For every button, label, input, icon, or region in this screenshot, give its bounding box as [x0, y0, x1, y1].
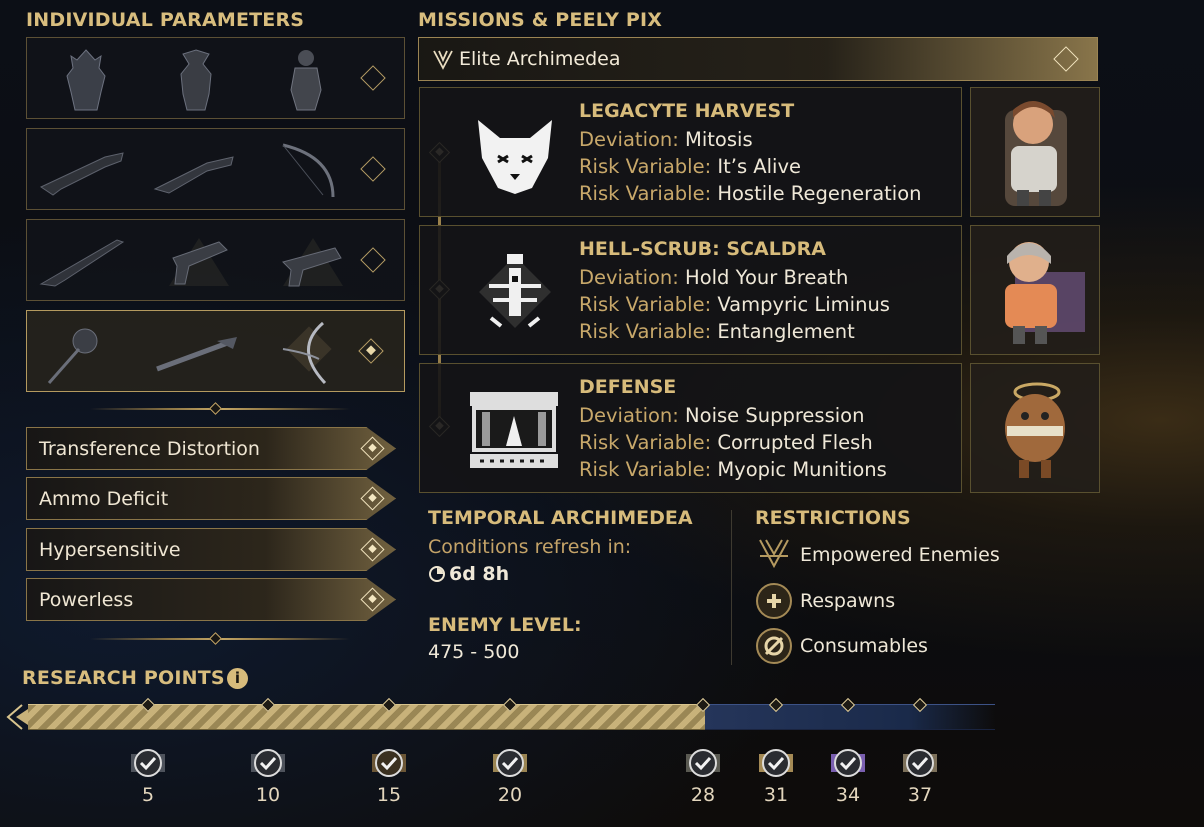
elite-archimedea-header[interactable]: Elite Archimedea: [418, 37, 1098, 81]
milestone-value: 5: [141, 784, 155, 806]
warframe-select-diamond[interactable]: [360, 65, 386, 91]
modifier-powerless[interactable]: Powerless: [26, 578, 396, 621]
modifier-transference-distortion[interactable]: Transference Distortion: [26, 427, 396, 470]
melee-weapon-row[interactable]: [26, 310, 405, 392]
restriction-consumables: Consumables: [800, 635, 928, 657]
restriction-respawns: Respawns: [800, 590, 896, 612]
enemy-level-title: ENEMY LEVEL:: [428, 614, 582, 636]
warframe-silhouette-3: [290, 50, 322, 111]
info-icon[interactable]: i: [227, 668, 248, 689]
mission-title: LEGACYTE HARVEST: [579, 100, 795, 122]
peely-pix-portrait-1[interactable]: [970, 87, 1100, 217]
refresh-label: Conditions refresh in:: [428, 536, 632, 558]
risk-variable-line: Risk Variable: Corrupted Flesh: [579, 431, 873, 454]
empowered-enemies-icon: [759, 539, 789, 569]
risk-variable-line: Risk Variable: Hostile Regeneration: [579, 182, 922, 205]
modifier-label: Hypersensitive: [39, 539, 181, 561]
hammer-icon: [47, 328, 98, 384]
risk-variable-line: Risk Variable: Vampyric Liminus: [579, 293, 890, 316]
missions-title: MISSIONS & PEELY PIX: [418, 9, 663, 31]
primary-weapon-row[interactable]: [26, 128, 405, 210]
temporal-archimedea-title: TEMPORAL ARCHIMEDEA: [428, 507, 693, 529]
divider-diamond-2: [209, 632, 222, 645]
milestone-value: 10: [255, 784, 281, 806]
reward-claimed-check-icon[interactable]: [757, 746, 795, 780]
deviation-line: Deviation: Mitosis: [579, 128, 753, 151]
reward-claimed-check-icon[interactable]: [491, 746, 529, 780]
scythe-icon: [282, 321, 332, 385]
modifier-label: Powerless: [39, 589, 134, 611]
deviation-line: Deviation: Noise Suppression: [579, 404, 865, 427]
mission-card-defense[interactable]: DEFENSE Deviation: Noise Suppression Ris…: [419, 363, 962, 493]
clock-icon: [429, 566, 445, 582]
pistol-icon: [169, 238, 229, 286]
mission-card-legacyte-harvest[interactable]: LEGACYTE HARVEST Deviation: Mitosis Risk…: [419, 87, 962, 217]
modifier-hypersensitive[interactable]: Hypersensitive: [26, 528, 396, 571]
milestone-value: 20: [497, 784, 523, 806]
bow-icon: [282, 143, 335, 198]
legacyte-fox-icon: [478, 120, 552, 194]
sniper-rifle-icon: [39, 239, 125, 287]
restrictions-title: RESTRICTIONS: [755, 507, 911, 529]
refresh-timer: 6d 8h: [449, 563, 510, 585]
enemy-level-value: 475 - 500: [428, 641, 520, 663]
modifier-label: Ammo Deficit: [39, 488, 169, 510]
restriction-empowered-enemies: Empowered Enemies: [800, 544, 1000, 566]
reward-claimed-check-icon[interactable]: [901, 746, 939, 780]
risk-variable-line: Risk Variable: Entanglement: [579, 320, 855, 343]
info-separator: [731, 510, 732, 665]
primary-select-diamond[interactable]: [360, 156, 386, 182]
mission-card-hell-scrub-scaldra[interactable]: HELL-SCRUB: SCALDRA Deviation: Hold Your…: [419, 225, 962, 355]
research-points-title: RESEARCH POINTS: [22, 667, 225, 689]
character-portrait-icon: [1005, 242, 1085, 344]
reward-claimed-check-icon[interactable]: [684, 746, 722, 780]
character-portrait-icon: [1005, 101, 1067, 206]
milestone-value: 15: [376, 784, 402, 806]
header-diamond-icon: [1053, 46, 1079, 72]
respawns-icon: [756, 583, 792, 619]
scaldra-insect-icon: [479, 254, 551, 328]
secondary-weapon-row[interactable]: [26, 219, 405, 301]
reward-claimed-check-icon[interactable]: [370, 746, 408, 780]
milestone-value: 28: [690, 784, 716, 806]
divider-diamond-1: [209, 402, 222, 415]
risk-variable-line: Risk Variable: Myopic Munitions: [579, 458, 887, 481]
mission-title: HELL-SCRUB: SCALDRA: [579, 238, 826, 260]
milestone-value: 34: [835, 784, 861, 806]
bow-gun-icon: [153, 156, 234, 194]
warframe-silhouette-2: [180, 49, 212, 111]
reward-claimed-check-icon[interactable]: [249, 746, 287, 780]
heavy-pistol-icon: [282, 238, 343, 287]
consumables-icon: [756, 628, 792, 664]
modifier-ammo-deficit[interactable]: Ammo Deficit: [26, 477, 396, 520]
character-portrait-icon: [1005, 382, 1065, 478]
modifier-label: Transference Distortion: [39, 438, 260, 460]
reward-claimed-check-icon[interactable]: [129, 746, 167, 780]
archimedea-emblem-icon: [433, 50, 453, 70]
rifle-icon: [39, 152, 124, 196]
milestone-value: 31: [763, 784, 789, 806]
risk-variable-line: Risk Variable: It’s Alive: [579, 155, 802, 178]
secondary-select-diamond[interactable]: [360, 247, 386, 273]
elite-archimedea-label: Elite Archimedea: [459, 48, 621, 70]
peely-pix-portrait-2[interactable]: [970, 225, 1100, 355]
deviation-line: Deviation: Hold Your Breath: [579, 266, 849, 289]
mission-title: DEFENSE: [579, 376, 677, 398]
peely-pix-portrait-3[interactable]: [970, 363, 1100, 493]
warframe-silhouette-1: [66, 49, 106, 111]
reward-claimed-check-icon[interactable]: [829, 746, 867, 780]
polearm-icon: [156, 337, 237, 372]
milestone-value: 37: [907, 784, 933, 806]
defense-gate-icon: [470, 392, 558, 468]
research-progress-filled: [28, 704, 705, 730]
individual-parameters-title: INDIVIDUAL PARAMETERS: [26, 9, 305, 31]
warframe-selection-row[interactable]: [26, 37, 405, 119]
